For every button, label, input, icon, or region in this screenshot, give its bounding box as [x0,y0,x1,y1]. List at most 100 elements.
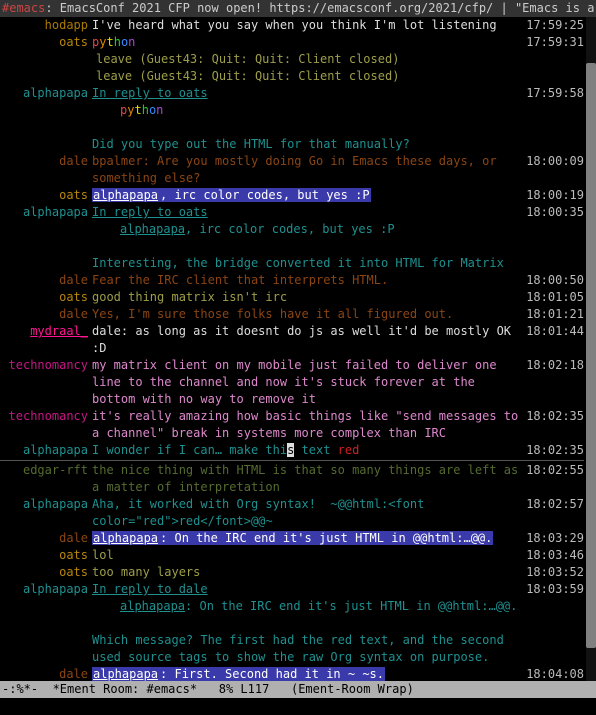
message-body: python [92,102,522,119]
separator [0,460,584,461]
nick: alphapapa [0,85,92,102]
message-body: I've heard what you say when you think I… [92,17,522,34]
message-body: it's really amazing how basic things lik… [92,408,522,442]
nick: alphapapa [0,204,92,221]
timestamp: 18:03:59 [522,581,584,598]
scrollbar-thumb[interactable] [586,63,596,647]
timestamp: 18:02:35 [522,408,584,425]
chat-row: alphapapa, irc color codes, but yes :P [0,221,584,238]
nick: oats [0,289,92,306]
message-body: Aha, it worked with Org syntax! ~@@html:… [92,496,522,530]
message-body: I wonder if I can… make this text red [92,442,522,459]
nick: alphapapa [0,496,92,513]
chat-row: oatsgood thing matrix isn't irc18:01:05 [0,289,584,306]
in-reply-to[interactable]: In reply to [92,205,179,219]
timestamp: 18:03:29 [522,530,584,547]
timestamp: 18:02:35 [522,442,584,459]
topic-text: : EmacsConf 2021 CFP now open! https://e… [45,1,596,15]
message-body: In reply to oats [92,204,522,221]
chat-row: technomancymy matrix client on my mobile… [0,357,584,408]
in-reply-to[interactable]: In reply to [92,86,179,100]
reply-link[interactable]: oats [179,205,208,219]
nick: technomancy [0,408,92,425]
mode-line: -:%*- *Ement Room: #emacs* 8% L117 (Emen… [0,681,596,698]
message-body: alphapapa, irc color codes, but yes :P [92,221,522,238]
timestamp: 18:00:09 [522,153,584,170]
reply-link[interactable]: dale [179,582,208,596]
chat-row: alphapapaAha, it worked with Org syntax!… [0,496,584,530]
nick: mydraal_ [0,323,92,340]
nick: alphapapa [0,581,92,598]
message-body: Which message? The first had the red tex… [92,632,522,666]
message-body: In reply to dale [92,581,522,598]
chat-row: Which message? The first had the red tex… [0,632,584,666]
message-body: the nice thing with HTML is that so many… [92,462,522,496]
chat-row: alphapapaIn reply to oats 17:59:58 [0,85,584,102]
message-body: bpalmer: Are you mostly doing Go in Emac… [92,153,522,187]
reply-link[interactable]: alphapapa [120,222,185,236]
nick: dale [0,530,92,547]
chat-row [0,119,584,136]
nick: hodapp [0,17,92,34]
message-body: lol [92,547,522,564]
nick: oats [0,187,92,204]
channel-topic: #emacs: EmacsConf 2021 CFP now open! htt… [0,0,596,17]
message-body: good thing matrix isn't irc [92,289,522,306]
message-body: alphapapa, irc color codes, but yes :P [92,187,522,204]
chat-row: python [0,102,584,119]
message-body: alphapapa: On the IRC end it's just HTML… [92,598,522,615]
message-body: leave (Guest43: Quit: Quit: Client close… [92,68,522,85]
chat-row: dalebpalmer: Are you mostly doing Go in … [0,153,584,187]
reply-link[interactable]: oats [179,86,208,100]
timestamp: 18:02:57 [522,496,584,513]
chat-row: technomancyit's really amazing how basic… [0,408,584,442]
chat-row: oatstoo many layers18:03:52 [0,564,584,581]
message-body [92,119,522,136]
chat-row: hodappI've heard what you say when you t… [0,17,584,34]
timestamp: 18:02:18 [522,357,584,374]
chat-row: alphapapaIn reply to oats18:00:35 [0,204,584,221]
chat-row: edgar-rftthe nice thing with HTML is tha… [0,462,584,496]
chat-row: leave (Guest43: Quit: Quit: Client close… [0,51,584,68]
chat-row: oatslol18:03:46 [0,547,584,564]
chat-row: mydraal_dale: as long as it doesnt do js… [0,323,584,357]
chat-row [0,238,584,255]
timestamp: 18:02:55 [522,462,584,479]
chat-row: alphapapaI wonder if I can… make this te… [0,442,584,459]
chat-row: alphapapaIn reply to dale18:03:59 [0,581,584,598]
nick: alphapapa [0,442,92,459]
chat-row: dalealphapapa: On the IRC end it's just … [0,530,584,547]
message-body: my matrix client on my mobile just faile… [92,357,522,408]
in-reply-to[interactable]: In reply to [92,582,179,596]
timestamp: 18:00:50 [522,272,584,289]
message-body: dale: as long as it doesnt do js as well… [92,323,522,357]
message-body: Fear the IRC client that interprets HTML… [92,272,522,289]
timestamp: 18:03:46 [522,547,584,564]
nick: dale [0,306,92,323]
chat-row: Interesting, the bridge converted it int… [0,255,584,272]
timestamp: 18:01:21 [522,306,584,323]
chat-row: leave (Guest43: Quit: Quit: Client close… [0,68,584,85]
nick: dale [0,666,92,681]
message-body: leave (Guest43: Quit: Quit: Client close… [92,51,522,68]
chat-row: alphapapa: On the IRC end it's just HTML… [0,598,584,615]
timestamp: 18:01:05 [522,289,584,306]
chat-row: daleFear the IRC client that interprets … [0,272,584,289]
chat-row: daleYes, I'm sure those folks have it al… [0,306,584,323]
nick: oats [0,34,92,51]
reply-link[interactable]: alphapapa [120,599,185,613]
timestamp: 17:59:58 [522,85,584,102]
chat-row: oatsalphapapa, irc color codes, but yes … [0,187,584,204]
minibuffer[interactable] [0,698,596,715]
message-body: Yes, I'm sure those folks have it all fi… [92,306,522,323]
message-body: Interesting, the bridge converted it int… [92,255,522,272]
message-body: too many layers [92,564,522,581]
message-body [92,615,522,632]
chat-area[interactable]: hodappI've heard what you say when you t… [0,17,596,681]
message-body: Did you type out the HTML for that manua… [92,136,522,153]
scrollbar-track[interactable] [586,17,596,681]
nick: oats [0,547,92,564]
nick: dale [0,153,92,170]
timestamp: 17:59:31 [522,34,584,51]
topic-channel: #emacs [2,1,45,15]
